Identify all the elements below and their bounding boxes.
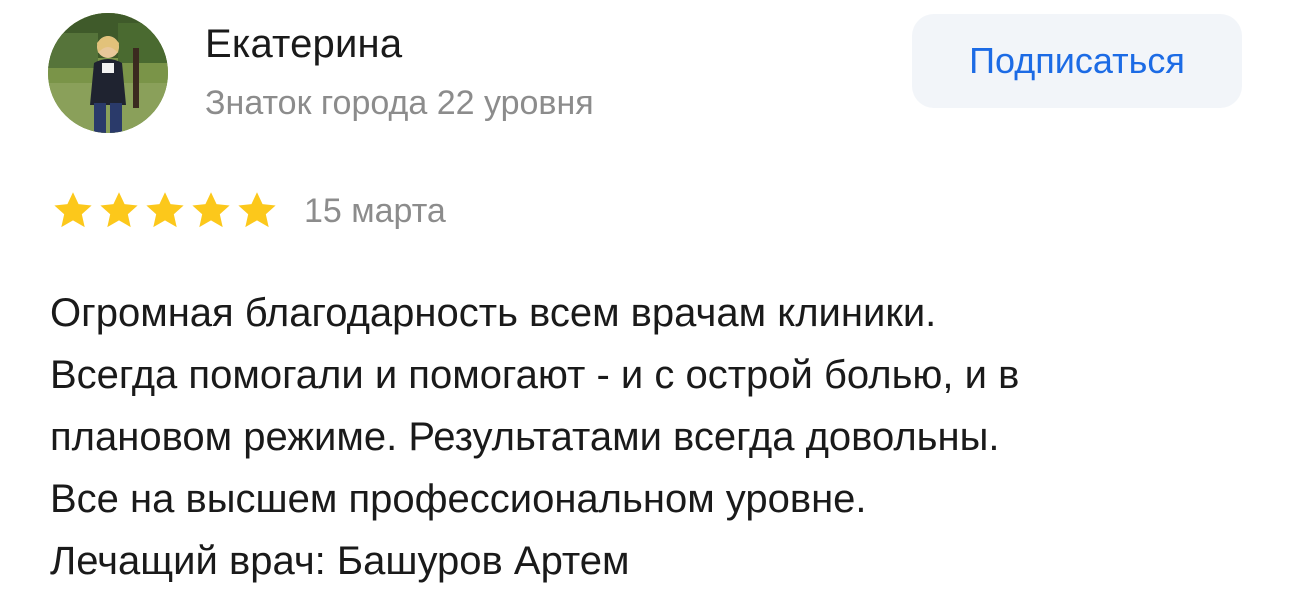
review-text-line: Все на высшем профессиональном уровне. xyxy=(50,477,867,521)
author-level: Знаток города 22 уровня xyxy=(205,84,594,122)
rating-row: 15 марта xyxy=(50,186,446,236)
star-icon xyxy=(96,188,142,234)
avatar[interactable] xyxy=(48,13,168,133)
star-icon xyxy=(188,188,234,234)
star-icon xyxy=(234,188,280,234)
review-text-line: Огромная благодарность всем врачам клини… xyxy=(50,291,937,335)
review-text-line: Всегда помогали и помогают - и с острой … xyxy=(50,353,1020,397)
review-card: Екатерина Знаток города 22 уровня Подпис… xyxy=(0,0,1290,595)
author-name[interactable]: Екатерина xyxy=(205,22,402,67)
avatar-photo xyxy=(48,13,168,133)
star-rating xyxy=(50,188,280,234)
star-icon xyxy=(142,188,188,234)
subscribe-button[interactable]: Подписаться xyxy=(912,14,1242,108)
star-icon xyxy=(50,188,96,234)
review-text-line: плановом режиме. Результатами всегда дов… xyxy=(50,415,1000,459)
review-text: Огромная благодарность всем врачам клини… xyxy=(50,282,1250,592)
review-text-line: Лечащий врач: Башуров Артем xyxy=(50,539,630,583)
review-date: 15 марта xyxy=(304,191,446,230)
